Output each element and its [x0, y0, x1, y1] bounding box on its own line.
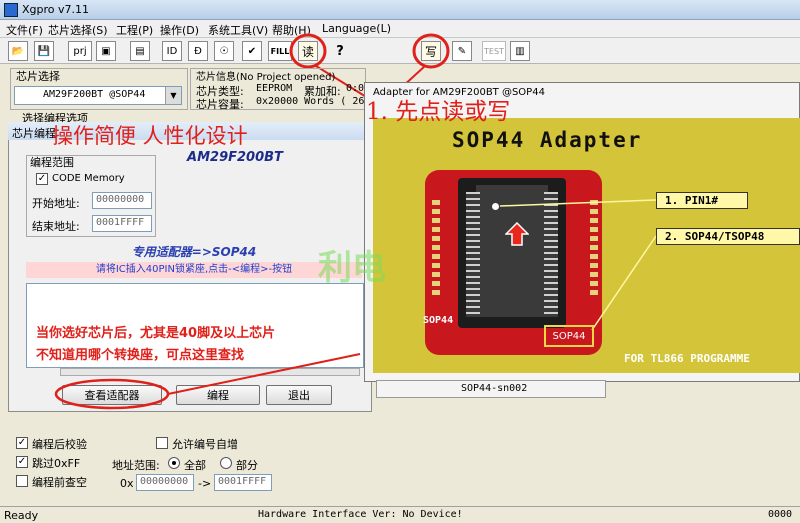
skip-ff-checkbox[interactable]: ✓ — [16, 456, 28, 468]
from-prefix: 0x — [120, 477, 134, 490]
watermark: 利电 — [318, 248, 386, 288]
skip-ff-label: 跳过0xFF — [32, 457, 81, 470]
status-right: 0000 — [768, 509, 793, 520]
all-radio[interactable] — [168, 457, 180, 469]
part-radio[interactable] — [220, 457, 232, 469]
status-bar: Ready Hardware Interface Ver: No Device!… — [0, 506, 800, 523]
range-arrow: -> — [198, 477, 212, 490]
auto-increment-checkbox[interactable] — [156, 437, 168, 449]
blank-check-label: 编程前查空 — [32, 476, 87, 489]
from-address-field[interactable]: 00000000 — [136, 474, 194, 491]
address-range-label: 地址范围: — [112, 459, 160, 472]
status-center: Hardware Interface Ver: No Device! — [258, 509, 463, 520]
auto-increment-label: 允许编号自增 — [172, 438, 238, 451]
all-label: 全部 — [184, 459, 206, 472]
status-left: Ready — [4, 509, 39, 522]
blank-check-checkbox[interactable] — [16, 475, 28, 487]
to-address-field[interactable]: 0001FFFF — [214, 474, 272, 491]
verify-checkbox[interactable]: ✓ — [16, 437, 28, 449]
verify-label: 编程后校验 — [32, 438, 87, 451]
part-label: 部分 — [236, 459, 258, 472]
hint-overlay — [54, 353, 361, 410]
